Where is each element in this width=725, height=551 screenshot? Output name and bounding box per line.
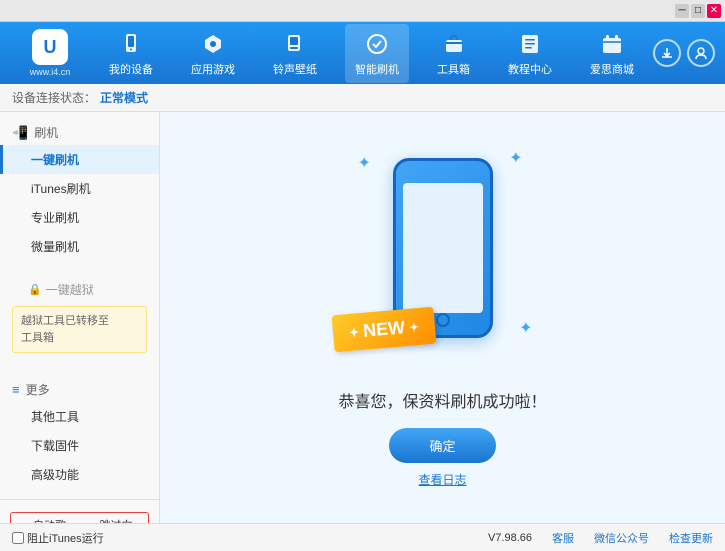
user-button[interactable] (687, 39, 715, 67)
nav-apps-label: 应用游戏 (191, 61, 235, 77)
sidebar-checkboxes-area: 自动歌送 跳过向导 📱 iPhone 12 mini 64GB Down-12m… (0, 506, 159, 523)
nav-tutorials-label: 教程中心 (508, 61, 552, 77)
download-button[interactable] (653, 39, 681, 67)
sidebar-section-flash: 📲 刷机 一键刷机 iTunes刷机 专业刷机 微量刷机 (0, 112, 159, 265)
nav-toolbox[interactable]: 工具箱 (427, 24, 480, 83)
close-button[interactable]: ✕ (707, 4, 721, 18)
locked-label: 一键越狱 (46, 281, 94, 298)
version-text: V7.98.66 (488, 532, 532, 544)
status-value: 正常模式 (100, 89, 148, 106)
phone-illustration: ✦ ✦ ✦ NEW (343, 148, 543, 368)
sidebar-section-more-title: ≡ 更多 (0, 377, 159, 402)
confirm-button[interactable]: 确定 (389, 428, 495, 463)
other-tools-label: 其他工具 (31, 410, 79, 424)
checkbox-skip-wizard[interactable]: 跳过向导 (84, 517, 143, 523)
bottom-right: V7.98.66 客服 微信公众号 检查更新 (488, 530, 713, 546)
wechat-link[interactable]: 微信公众号 (594, 530, 649, 546)
nav-ringtones[interactable]: 铃声壁纸 (263, 24, 327, 83)
checkbox-auto-send[interactable]: 自动歌送 (17, 517, 76, 523)
sidebar-item-pro-flash[interactable]: 专业刷机 (0, 203, 159, 232)
smart-flash-icon (363, 30, 391, 58)
nav-ringtones-label: 铃声壁纸 (273, 61, 317, 77)
sidebar-item-micro-flash[interactable]: 微量刷机 (0, 232, 159, 261)
sidebar-item-one-click-flash[interactable]: 一键刷机 (0, 145, 159, 174)
nav-apple-store-label: 爱思商城 (590, 61, 634, 77)
nav-smart-flash-label: 智能刷机 (355, 61, 399, 77)
lock-icon: 🔒 (28, 283, 42, 296)
toolbox-icon (440, 30, 468, 58)
sidebar-item-download-firmware[interactable]: 下载固件 (0, 431, 159, 460)
phone-home-button (436, 313, 450, 327)
sidebar-section-flash-title: 📲 刷机 (0, 120, 159, 145)
logo-subtitle: www.i4.cn (30, 67, 71, 77)
sidebar-bottom: 自动歌送 跳过向导 📱 iPhone 12 mini 64GB Down-12m… (0, 493, 159, 523)
apple-store-icon (598, 30, 626, 58)
customer-service-link[interactable]: 客服 (552, 530, 574, 546)
nav-apps-games[interactable]: 应用游戏 (181, 24, 245, 83)
apps-games-icon (199, 30, 227, 58)
phone-screen (403, 183, 483, 313)
my-device-icon (117, 30, 145, 58)
sidebar-divider-3 (0, 499, 159, 500)
new-badge: NEW (331, 306, 436, 352)
itunes-flash-label: iTunes刷机 (31, 182, 91, 196)
more-section-label: 更多 (26, 381, 50, 398)
nav-right-buttons (653, 39, 715, 67)
itunes-checkbox[interactable] (12, 532, 24, 544)
sparkle-icon-2: ✦ (509, 148, 522, 168)
one-click-flash-label: 一键刷机 (31, 153, 79, 167)
title-bar: ─ □ ✕ (0, 0, 725, 22)
nav-smart-flash[interactable]: 智能刷机 (345, 24, 409, 83)
pro-flash-label: 专业刷机 (31, 211, 79, 225)
status-label: 设备连接状态： (12, 89, 96, 106)
nav-items: 我的设备 应用游戏 铃声壁纸 智能刷机 工具箱 (90, 24, 653, 83)
nav-tutorials[interactable]: 教程中心 (498, 24, 562, 83)
itunes-toggle[interactable]: 阻止iTunes运行 (12, 530, 104, 546)
view-log-link[interactable]: 查看日志 (418, 471, 466, 488)
download-firmware-label: 下载固件 (31, 439, 79, 453)
flash-section-icon: 📲 (12, 125, 28, 141)
main-area: 📲 刷机 一键刷机 iTunes刷机 专业刷机 微量刷机 🔒 一键越狱 越狱工具… (0, 112, 725, 523)
sidebar-item-advanced[interactable]: 高级功能 (0, 460, 159, 489)
advanced-label: 高级功能 (31, 468, 79, 482)
bottom-left: 阻止iTunes运行 (12, 530, 488, 546)
bottom-bar: 阻止iTunes运行 V7.98.66 客服 微信公众号 检查更新 (0, 523, 725, 551)
sidebar-notice: 越狱工具已转移至工具箱 (12, 306, 147, 353)
sparkle-icon-3: ✦ (519, 318, 532, 338)
nav-my-device[interactable]: 我的设备 (99, 24, 163, 83)
more-section-icon: ≡ (12, 382, 20, 397)
sidebar-item-itunes-flash[interactable]: iTunes刷机 (0, 174, 159, 203)
sidebar: 📲 刷机 一键刷机 iTunes刷机 专业刷机 微量刷机 🔒 一键越狱 越狱工具… (0, 112, 160, 523)
itunes-label: 阻止iTunes运行 (27, 530, 104, 546)
checkbox-row: 自动歌送 跳过向导 (10, 512, 149, 523)
status-bar: 设备连接状态： 正常模式 (0, 84, 725, 112)
sparkle-icon-1: ✦ (358, 153, 371, 173)
nav-my-device-label: 我的设备 (109, 61, 153, 77)
sidebar-section-more: ≡ 更多 其他工具 下载固件 高级功能 (0, 369, 159, 493)
auto-send-label: 自动歌送 (33, 517, 76, 523)
minimize-button[interactable]: ─ (675, 4, 689, 18)
micro-flash-label: 微量刷机 (31, 240, 79, 254)
logo-icon: U (32, 29, 68, 65)
notice-text: 越狱工具已转移至工具箱 (21, 315, 109, 344)
nav-toolbox-label: 工具箱 (437, 61, 470, 77)
tutorials-icon (516, 30, 544, 58)
success-message: 恭喜您，保资料刷机成功啦！ (338, 388, 546, 412)
content-area: ✦ ✦ ✦ NEW 恭喜您，保资料刷机成功啦！ 确定 查看日志 (160, 112, 725, 523)
maximize-button[interactable]: □ (691, 4, 705, 18)
new-badge-text: NEW (362, 317, 406, 342)
flash-section-label: 刷机 (34, 124, 58, 141)
nav-bar: U www.i4.cn 我的设备 应用游戏 铃声壁纸 智能刷机 (0, 22, 725, 84)
nav-apple-store[interactable]: 爱思商城 (580, 24, 644, 83)
ringtones-icon (281, 30, 309, 58)
app-logo: U www.i4.cn (10, 29, 90, 77)
skip-wizard-label: 跳过向导 (100, 517, 143, 523)
sidebar-item-other-tools[interactable]: 其他工具 (0, 402, 159, 431)
check-update-link[interactable]: 检查更新 (669, 530, 713, 546)
sidebar-locked-jailbreak: 🔒 一键越狱 (0, 277, 159, 302)
